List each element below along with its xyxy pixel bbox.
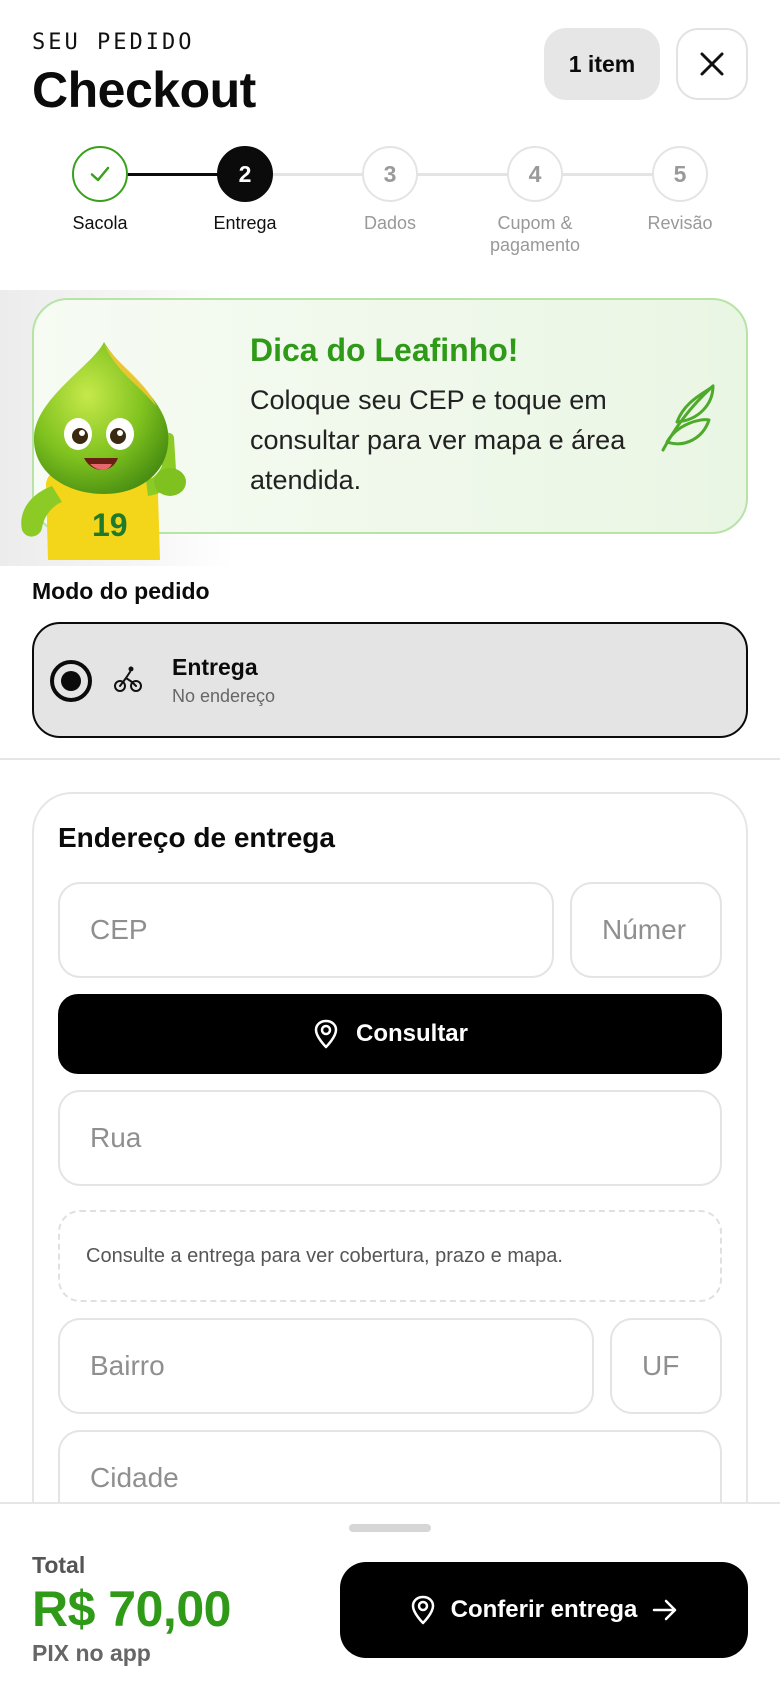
step-revisao[interactable]: 5 Revisão (615, 146, 745, 234)
step-label: Entrega (213, 213, 277, 233)
close-button[interactable] (676, 28, 748, 100)
delivery-option-title: Entrega (172, 654, 258, 680)
coverage-hint: Consulte a entrega para ver cobertura, p… (58, 1210, 722, 1302)
street-placeholder: Rua (90, 1122, 142, 1153)
check-icon (90, 166, 110, 182)
section-divider (0, 758, 780, 760)
step-entrega[interactable]: 2 Entrega (180, 146, 310, 234)
close-icon (700, 52, 724, 76)
drag-handle[interactable] (349, 1524, 431, 1532)
tip-title: Dica do Leafinho! (250, 332, 519, 368)
state-input[interactable]: UF (610, 1318, 722, 1414)
delivery-option-subtitle: No endereço (172, 686, 276, 706)
confirm-delivery-button[interactable]: Conferir entrega (340, 1562, 748, 1658)
number-placeholder: Númer (602, 914, 687, 945)
checkout-footer: Total R$ 70,00 PIX no app Conferir entre… (0, 1502, 780, 1688)
arrow-right-icon (653, 1599, 677, 1621)
tip-text: Coloque seu CEP e toque em consultar par… (250, 385, 626, 495)
city-placeholder: Cidade (90, 1462, 179, 1493)
step-dados[interactable]: 3 Dados (325, 146, 455, 234)
consult-button[interactable]: Consultar (58, 994, 722, 1074)
payment-method: PIX no app (32, 1640, 151, 1666)
address-title: Endereço de entrega (58, 822, 335, 853)
step-label: Cupom & pagamento (489, 213, 581, 255)
consult-label: Consultar (355, 1020, 468, 1047)
total-value: R$ 70,00 (32, 1581, 231, 1637)
order-mode-option-delivery[interactable]: Entrega No endereço (32, 622, 748, 738)
step-label: Sacola (72, 213, 128, 233)
step-circle: 2 (217, 146, 273, 202)
page-header: SEU PEDIDO Checkout (32, 30, 256, 119)
leaf-icon (661, 384, 715, 452)
page-title: Checkout (32, 62, 256, 118)
street-input[interactable]: Rua (58, 1090, 722, 1186)
delivery-radio[interactable] (50, 660, 92, 702)
checkout-stepper: Sacola 2 Entrega 3 Dados 4 Cupom & pagam… (0, 146, 780, 266)
state-placeholder: UF (642, 1350, 680, 1381)
step-circle: 5 (652, 146, 708, 202)
page-eyebrow: SEU PEDIDO (32, 30, 195, 55)
total-label: Total (32, 1552, 86, 1578)
radio-dot (61, 671, 81, 691)
map-pin-icon (411, 1595, 434, 1625)
neighborhood-placeholder: Bairro (90, 1350, 165, 1381)
order-mode-label: Modo do pedido (32, 578, 210, 604)
step-label: Revisão (647, 213, 713, 233)
cep-input[interactable]: CEP (58, 882, 554, 978)
number-input[interactable]: Númer (570, 882, 722, 978)
confirm-delivery-label: Conferir entrega (450, 1596, 638, 1623)
step-cupom-pagamento[interactable]: 4 Cupom & pagamento (470, 146, 600, 256)
map-pin-icon (314, 1019, 338, 1049)
neighborhood-input[interactable]: Bairro (58, 1318, 594, 1414)
bike-icon (114, 666, 142, 692)
cep-placeholder: CEP (90, 914, 148, 945)
step-circle: 3 (362, 146, 418, 202)
cart-items-badge[interactable]: 1 item (544, 28, 660, 100)
step-circle (72, 146, 128, 202)
jersey-number: 19 (92, 507, 128, 543)
step-label: Dados (363, 213, 417, 233)
step-circle: 4 (507, 146, 563, 202)
step-sacola[interactable]: Sacola (35, 146, 165, 234)
mascot-leafinho-illustration: 19 (21, 342, 186, 560)
